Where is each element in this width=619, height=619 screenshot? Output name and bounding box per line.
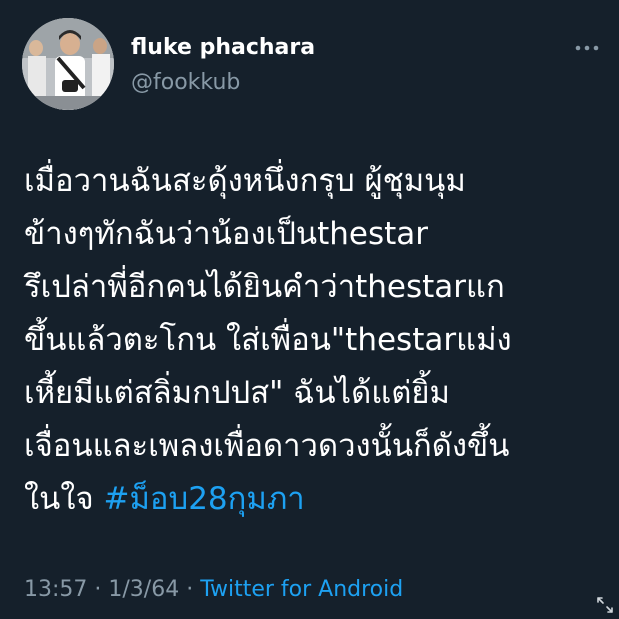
tweet-time: 13:57 — [24, 577, 88, 602]
tweet-text: เมื่อวานฉันสะดุ้งหนึ่งกรุบ ผู้ชุมนุม ข้า… — [24, 155, 604, 526]
display-name[interactable]: fluke phachara — [131, 34, 315, 62]
tweet-meta: 13:57 · 1/3/64 · Twitter for Android — [24, 575, 403, 605]
tweet-line: เหี้ยมีแต่สลิ่มกปปส" ฉันได้แต่ยิ้ม — [24, 375, 450, 411]
tweet-line: เมื่อวานฉันสะดุ้งหนึ่งกรุบ ผู้ชุมนุม — [24, 163, 466, 199]
tweet-line: ข้างๆทักฉันว่าน้องเป็นthestar — [24, 216, 429, 252]
tweet-line-last: ในใจ #ม็อบ28กุมภา — [24, 473, 604, 526]
avatar[interactable] — [22, 18, 114, 110]
tweet-line-prefix: ในใจ — [24, 481, 104, 517]
meta-separator: · — [179, 577, 201, 602]
user-handle[interactable]: @fookkub — [131, 69, 240, 97]
tweet-source-link[interactable]: Twitter for Android — [200, 577, 403, 602]
avatar-photo — [22, 18, 114, 110]
meta-separator: · — [87, 577, 109, 602]
tweet-line: เจื่อนและเพลงเพื่อดาวดวงนั้นก็ดังขึ้น — [24, 428, 510, 464]
tweet-line: รึเปล่าพี่อีกคนได้ยินคำว่าthestarแก — [24, 269, 505, 305]
hashtag-link[interactable]: #ม็อบ28กุมภา — [103, 481, 304, 517]
tweet-line: ขึ้นแล้วตะโกน ใส่เพื่อน"thestarแม่ง — [24, 322, 512, 358]
expand-icon[interactable] — [596, 596, 614, 614]
more-horizontal-icon[interactable] — [570, 36, 604, 60]
tweet-date[interactable]: 1/3/64 — [108, 577, 179, 602]
